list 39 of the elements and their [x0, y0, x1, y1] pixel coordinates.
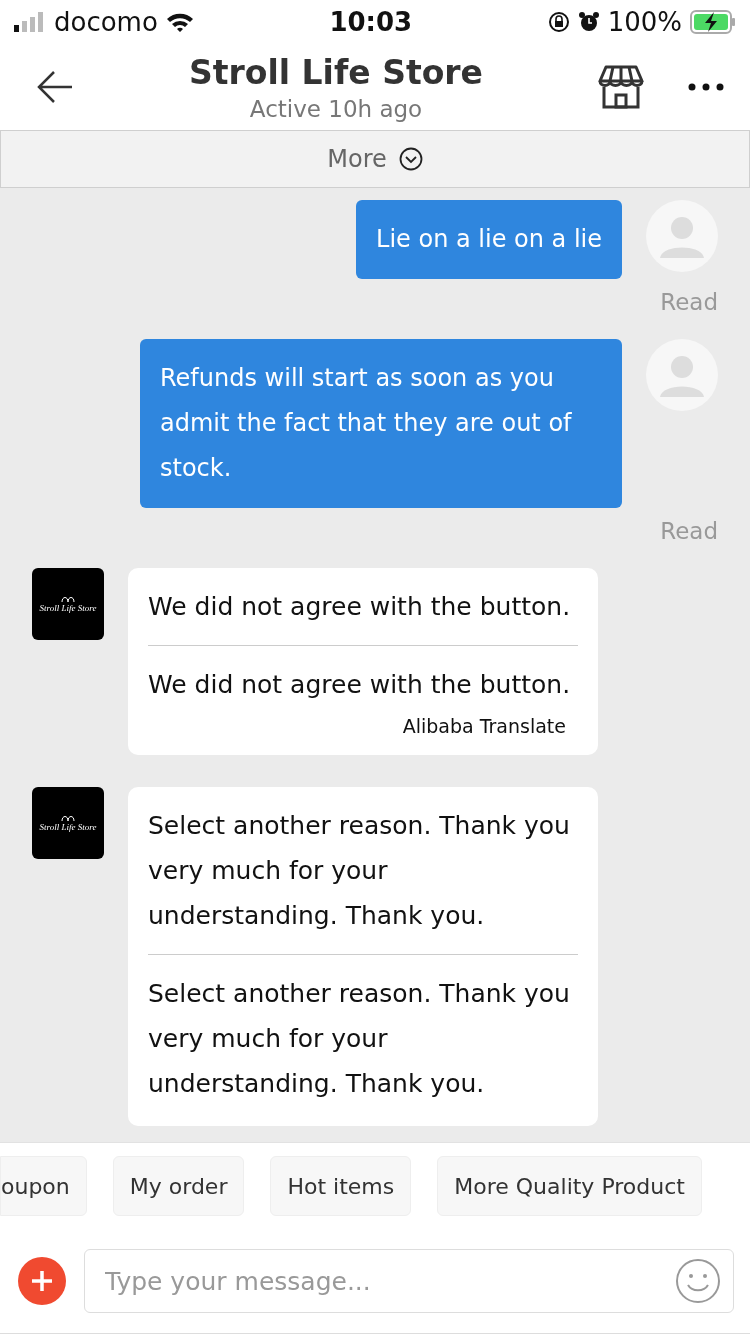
quick-reply-chip[interactable]: More Quality Product — [437, 1156, 702, 1216]
crown-icon — [60, 814, 76, 822]
person-icon — [657, 353, 707, 397]
plus-icon — [30, 1269, 54, 1293]
battery-charging-icon — [690, 10, 736, 34]
quick-reply-chip[interactable]: Hot items — [270, 1156, 412, 1216]
more-options-icon[interactable] — [688, 83, 724, 91]
read-receipt: Read — [660, 518, 718, 544]
battery-percent: 100% — [607, 7, 682, 37]
storefront-icon[interactable] — [598, 65, 644, 109]
store-title: Stroll Life Store — [188, 52, 483, 92]
more-button[interactable]: More — [0, 130, 750, 188]
carrier-name: docomo — [54, 7, 158, 37]
signal-icon — [14, 12, 46, 32]
message-text: Select another reason. Thank you very much for your understanding. Thank you. — [148, 810, 571, 932]
crown-icon — [60, 595, 76, 603]
alarm-icon — [577, 11, 600, 33]
translated-text: Select another reason. Thank you very much for your understanding. Thank you. — [148, 978, 571, 1100]
smiley-icon[interactable] — [675, 1258, 721, 1304]
active-status: Active 10h ago — [249, 95, 423, 122]
translator-label: Alibaba Translate — [401, 715, 567, 739]
back-arrow-icon[interactable] — [36, 70, 74, 104]
translated-text: We did not agree with the button. — [148, 669, 572, 701]
clock-time: 10:03 — [329, 7, 413, 37]
message-input-field[interactable]: Type your message... — [103, 1265, 675, 1297]
quick-reply-chip[interactable]: My order — [112, 1156, 245, 1216]
sent-message: Lie on a lie on a lie — [356, 200, 622, 279]
quick-reply-chip[interactable]: oupon — [0, 1156, 87, 1216]
rotation-lock-icon — [547, 11, 570, 33]
person-icon — [657, 214, 707, 258]
add-button[interactable] — [18, 1257, 66, 1305]
logo-text: Stroll Life Store — [39, 603, 97, 613]
sent-message: Refunds will start as soon as you admit the fact that they are out of stock. — [140, 339, 622, 508]
chevron-down-icon — [398, 147, 423, 171]
message-text: We did not agree with the button. — [148, 591, 572, 623]
message-field[interactable]: Type your message... — [84, 1249, 734, 1313]
logo-text: Stroll Life Store — [39, 822, 97, 832]
wifi-icon — [165, 12, 194, 32]
read-receipt: Read — [660, 289, 718, 315]
